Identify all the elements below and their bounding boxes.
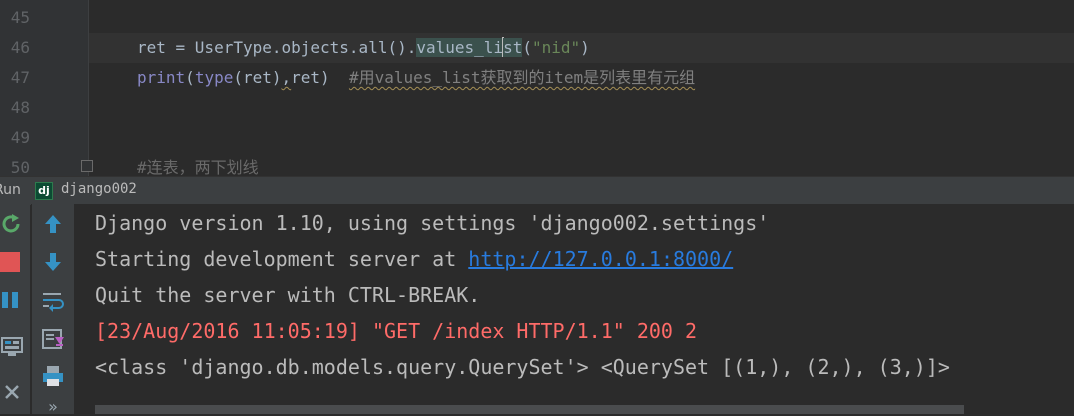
more-icon[interactable]: » [41, 397, 65, 416]
code-token-highlight: st [503, 38, 523, 57]
console-line: <class 'django.db.models.query.QuerySet'… [95, 355, 950, 379]
horizontal-scrollbar[interactable] [95, 405, 964, 414]
line-number: 48 [10, 98, 30, 117]
console-toolbar: » [31, 204, 74, 416]
builtin-type: type [194, 68, 234, 87]
code-line-46[interactable]: ret = UserType.objects.all().values_list… [137, 33, 590, 63]
string-literal: "nid" [531, 38, 581, 57]
close-icon[interactable] [0, 380, 24, 404]
console-line: Quit the server with CTRL-BREAK. [95, 283, 481, 307]
print-icon[interactable] [40, 363, 66, 389]
console-line-request-log: [23/Aug/2016 11:05:19] "GET /index HTTP/… [95, 319, 698, 343]
builtin-print: print [137, 68, 186, 87]
code-editor[interactable]: 45 46 47 48 49 50 ret = UserType.objects… [0, 0, 1074, 176]
code-token: ( [185, 68, 195, 87]
gutter-separator [88, 0, 89, 176]
run-panel-label: Run [0, 182, 21, 198]
code-token-highlight: values_li [416, 38, 504, 57]
code-line-47[interactable]: print(type(ret),ret) #用values_list获取到的it… [137, 63, 695, 93]
down-arrow-icon[interactable] [41, 250, 65, 274]
up-arrow-icon[interactable] [41, 212, 65, 236]
line-number: 46 [10, 38, 30, 57]
layout-icon[interactable] [0, 334, 24, 358]
server-url-link[interactable]: http://127.0.0.1:8000/ [468, 247, 733, 271]
pause-icon[interactable] [0, 289, 22, 311]
run-toolbar-left [0, 204, 30, 414]
fold-marker-icon[interactable] [81, 160, 93, 172]
console-output[interactable]: Django version 1.10, using settings 'dja… [74, 204, 1074, 414]
line-number: 50 [10, 158, 30, 176]
code-token-warning: , [281, 68, 292, 87]
line-number: 45 [10, 8, 30, 27]
code-comment: #用values_list获取到的item是列表里有元组 [348, 68, 696, 87]
code-token: ( [522, 38, 532, 57]
run-config-tab[interactable]: django002 [61, 181, 137, 197]
console-text: Starting development server at [95, 247, 469, 271]
run-tab-bar: Run dj django002 [0, 176, 1074, 205]
django-icon: dj [35, 182, 53, 200]
stop-icon[interactable] [0, 252, 20, 272]
code-token: ret = UserType.objects.all(). [137, 38, 417, 57]
rerun-icon[interactable] [0, 212, 24, 236]
soft-wrap-icon[interactable] [40, 288, 66, 314]
scroll-to-end-icon[interactable] [40, 326, 66, 352]
code-token: ) [580, 38, 590, 57]
console-line: Django version 1.10, using settings 'dja… [95, 211, 770, 235]
code-token: ret) [291, 68, 349, 87]
code-token: (ret) [233, 68, 282, 87]
code-line-50[interactable]: #连表，两下划线 [137, 153, 259, 176]
line-number: 49 [10, 128, 30, 147]
console-line: Starting development server at http://12… [95, 246, 733, 272]
line-number: 47 [10, 68, 30, 87]
